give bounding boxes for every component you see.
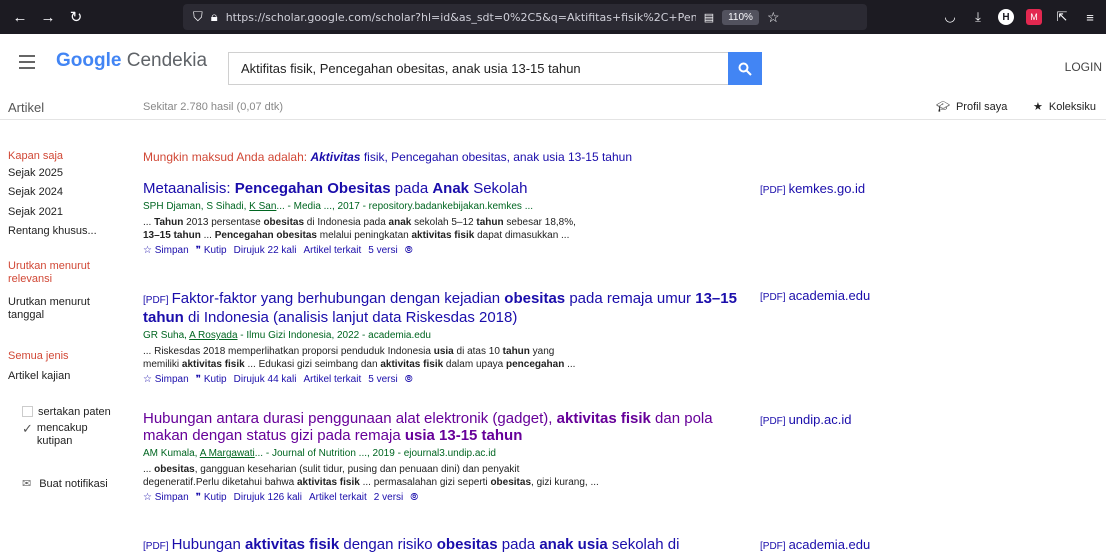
result-meta: SPH Djaman, S Sihadi, K San... - Media .… [143,201,534,212]
filter-any-time[interactable]: Kapan saja [8,150,63,163]
star-icon: ★ [1033,101,1043,113]
library-link[interactable]: ★ Koleksiku [1033,100,1096,114]
versions-link[interactable]: 2 versi [374,492,403,503]
logo-cendekia: Cendekia [126,50,208,71]
url-bar[interactable]: ⛉ 🔒︎ https://scholar.google.com/scholar?… [183,4,867,30]
sort-relevance[interactable]: Urutkan menurut relevansi [8,260,108,286]
pocket-icon[interactable]: ◡ [938,5,962,29]
save-link[interactable]: ☆ Simpan [143,492,189,503]
extension-red-icon[interactable]: M [1026,9,1042,25]
result-links: ☆ Simpan ❞ Kutip Dirujuk 44 kali Artikel… [143,374,753,385]
result-title[interactable]: [PDF] Hubungan aktivitas fisik dengan ris… [143,536,753,555]
extension-icon[interactable]: H [998,9,1014,25]
logo-google: Google [56,50,122,71]
back-icon[interactable]: ← [6,3,34,31]
result-title[interactable]: Hubungan antara durasi penggunaan alat e… [143,410,753,444]
profile-link[interactable]: 🎓︎ Profil saya [936,100,1007,114]
filter-custom-range[interactable]: Rentang khusus... [8,225,97,238]
versions-link[interactable]: 5 versi [368,374,397,385]
result-snippet: ... Tahun 2013 persentase obesitas di In… [143,217,576,241]
logo[interactable]: Google Cendekia [56,50,207,72]
related-link[interactable]: Artikel terkait [303,374,361,385]
checkmark-icon[interactable]: ✓ [22,422,33,448]
download-icon[interactable]: ⤓ [966,5,990,29]
include-patents[interactable]: sertakan paten [22,406,111,419]
pdf-link[interactable]: [PDF] academia.edu [760,288,870,303]
cite-link[interactable]: ❞ Kutip [196,374,227,385]
related-link[interactable]: Artikel terkait [303,245,361,256]
pdf-link[interactable]: [PDF] kemkes.go.id [760,181,865,196]
type-all[interactable]: Semua jenis [8,350,69,363]
result-links: ☆ Simpan ❞ Kutip Dirujuk 22 kali Artikel… [143,245,753,256]
result-title[interactable]: Metaanalisis: Pencegahan Obesitas pada A… [143,180,753,197]
result-item: Metaanalisis: Pencegahan Obesitas pada A… [143,180,753,256]
search-icon [738,62,752,76]
tab-articles[interactable]: Artikel [8,100,44,115]
type-review[interactable]: Artikel kajian [8,370,70,383]
more-icon[interactable]: ⦾ [405,245,413,256]
result-snippet: ... Riskesdas 2018 memperlihatkan propor… [143,346,576,370]
bookmark-star-icon[interactable]: ☆ [767,9,780,26]
result-item: Hubungan antara durasi penggunaan alat e… [143,410,753,503]
filter-since-2025[interactable]: Sejak 2025 [8,167,63,180]
filter-since-2021[interactable]: Sejak 2021 [8,206,63,219]
hamburger-menu-icon[interactable] [19,55,35,69]
create-alert[interactable]: ✉ Buat notifikasi [22,478,108,491]
suggestion-link[interactable]: Aktivitas fisik, Pencegahan obesitas, an… [310,150,632,164]
save-link[interactable]: ☆ Simpan [143,374,189,385]
pdf-tag: [PDF] [143,541,169,552]
cite-link[interactable]: ❞ Kutip [196,492,227,503]
forward-icon[interactable]: → [34,3,62,31]
search-button[interactable] [728,52,762,85]
pdf-link[interactable]: [PDF] academia.edu [760,537,870,552]
cite-link[interactable]: ❞ Kutip [196,245,227,256]
save-link[interactable]: ☆ Simpan [143,245,189,256]
result-snippet: ... obesitas, gangguan keseharian (sulit… [143,464,599,488]
sort-date[interactable]: Urutkan menurut tanggal [8,296,108,322]
related-link[interactable]: Artikel terkait [309,492,367,503]
profile-icon: 🎓︎ [936,101,950,113]
reload-icon[interactable]: ↻ [62,3,90,31]
cited-by-link[interactable]: Dirujuk 22 kali [234,245,297,256]
reader-view-icon[interactable]: ▤ [704,11,714,24]
result-item: [PDF] Hubungan aktivitas fisik dengan ris… [143,536,753,555]
browser-toolbar: ← → ↻ ⛉ 🔒︎ https://scholar.google.com/sc… [0,0,1106,34]
result-links: ☆ Simpan ❞ Kutip Dirujuk 126 kali Artike… [143,492,753,503]
scholar-header: Google Cendekia Aktifitas fisik, Pencega… [0,34,1106,92]
result-title[interactable]: [PDF] Faktor-faktor yang berhubungan deng… [143,290,753,326]
result-meta: AM Kumala, A Margawati... - Journal of N… [143,448,496,459]
did-you-mean: Mungkin maksud Anda adalah: Aktivitas fi… [143,150,633,164]
results-subbar: Artikel Sekitar 2.780 hasil (0,07 dtk) 🎓… [0,92,1106,120]
cited-by-link[interactable]: Dirujuk 126 kali [234,492,302,503]
lock-icon[interactable]: 🔒︎ [211,9,218,25]
result-meta: GR Suha, A Rosyada - Ilmu Gizi Indonesia… [143,330,431,341]
share-icon[interactable]: ⇱ [1050,5,1074,29]
shield-icon[interactable]: ⛉ [193,9,203,25]
result-item: [PDF] Faktor-faktor yang berhubungan deng… [143,290,753,385]
cited-by-link[interactable]: Dirujuk 44 kali [234,374,297,385]
zoom-badge[interactable]: 110% [722,9,759,25]
result-count: Sekitar 2.780 hasil (0,07 dtk) [143,101,284,113]
include-citations[interactable]: ✓ mencakup kutipan [22,422,122,448]
login-button[interactable]: LOGIN [1065,60,1102,74]
filter-since-2024[interactable]: Sejak 2024 [8,186,63,199]
search-input[interactable]: Aktifitas fisik, Pencegahan obesitas, an… [228,52,728,85]
menu-overflow-icon[interactable]: ≡ [1078,5,1102,29]
pdf-link[interactable]: [PDF] undip.ac.id [760,412,851,427]
versions-link[interactable]: 5 versi [368,245,397,256]
envelope-icon: ✉ [22,478,32,490]
url-text[interactable]: https://scholar.google.com/scholar?hl=id… [226,11,696,24]
pdf-tag: [PDF] [143,295,169,306]
more-icon[interactable]: ⦾ [410,492,418,503]
patents-checkbox[interactable] [22,406,33,417]
more-icon[interactable]: ⦾ [405,374,413,385]
